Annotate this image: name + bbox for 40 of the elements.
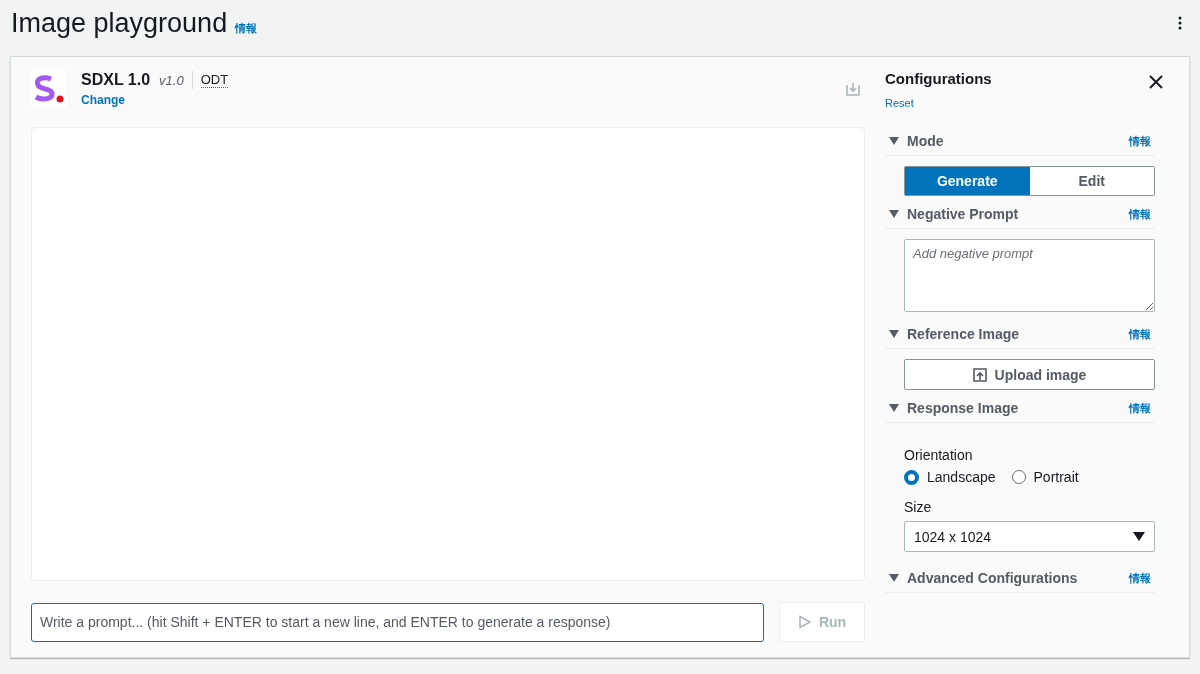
info-link[interactable]: 情報 [1129, 570, 1151, 586]
play-icon [797, 615, 812, 629]
segment-button[interactable]: Generate [905, 167, 1030, 195]
reset-link[interactable]: Reset [885, 97, 914, 109]
close-icon[interactable] [1149, 75, 1163, 89]
info-link[interactable]: 情報 [1129, 326, 1151, 342]
more-options-icon[interactable] [1178, 16, 1182, 30]
page-title: Image playground [11, 7, 228, 39]
section-title[interactable]: Mode [907, 133, 944, 149]
section-title[interactable]: Advanced Configurations [907, 570, 1078, 586]
radio-button[interactable] [1011, 470, 1026, 484]
caret-down-icon[interactable] [889, 137, 899, 145]
caret-down-icon [1133, 532, 1145, 541]
caret-down-icon[interactable] [889, 210, 899, 218]
upload-button[interactable]: Upload image [904, 359, 1155, 390]
model-name: SDXL 1.0 [81, 71, 151, 89]
change-link[interactable]: Change [81, 93, 229, 107]
radio-option[interactable]: Portrait [1011, 469, 1079, 485]
segment-button[interactable]: Edit [1029, 167, 1154, 195]
radio-option[interactable]: Landscape [904, 469, 996, 485]
model-version: v1.0 [159, 72, 184, 88]
section-title[interactable]: Response Image [907, 400, 1019, 416]
size-dropdown[interactable]: 1024 x 1024 [904, 521, 1155, 552]
section-title[interactable]: Reference Image [907, 326, 1020, 342]
info-link[interactable]: 情報 [1129, 400, 1151, 416]
info-link[interactable]: 情報 [1129, 133, 1151, 149]
upload-icon [972, 367, 987, 382]
field-label: Size [904, 499, 933, 515]
radio-button[interactable] [904, 469, 919, 485]
prompt-input[interactable]: Write a prompt... (hit Shift + ENTER to start a new line, and ENTER to generate a response) [31, 602, 764, 642]
negative-prompt-field[interactable]: Add negative prompt [904, 239, 1155, 312]
info-link[interactable]: 情報 [1129, 206, 1151, 222]
caret-down-icon[interactable] [889, 404, 899, 412]
panel-title: Configurations [885, 70, 992, 87]
info-link[interactable]: 情報 [235, 20, 258, 36]
caret-down-icon[interactable] [889, 330, 899, 338]
caret-down-icon[interactable] [889, 574, 899, 582]
section-title[interactable]: Negative Prompt [907, 206, 1019, 222]
model-tag: ODT [200, 72, 229, 88]
field-label: Orientation [904, 447, 974, 463]
